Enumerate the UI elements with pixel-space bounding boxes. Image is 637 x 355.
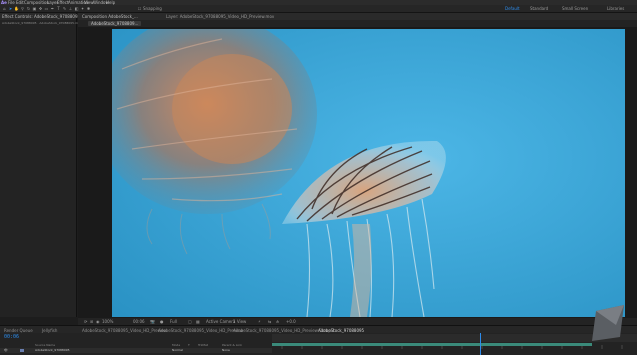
channel-icon[interactable]: ● [160,319,164,324]
always-preview-icon[interactable]: ⟳ [84,319,87,324]
viewer-controls: ⟳ ⊞ ◉ 100% 00:06 📷 ● Full ▢ ▦ Active Cam… [78,318,637,325]
composition-tab[interactable]: Composition AdobeStock_... [82,14,138,19]
fast-preview-icon[interactable]: ⚡ [258,319,261,324]
timeline-link-icon[interactable]: ⇆ [268,319,271,324]
zoom-dropdown[interactable]: 100% [102,319,113,324]
effect-controls-subtitle: AdobeStock_97088095 · AdobeStock_9708809… [2,21,82,25]
rectangle-tool-icon[interactable]: ▭ [44,6,49,11]
zoom-tool-icon[interactable]: ⚲ [20,6,25,11]
layer-columns-header: Source Name Mode T TrkMat Parent & Link [0,343,272,347]
layer-parent[interactable]: None [222,348,230,353]
anchor-tool-icon[interactable]: ✥ [38,6,43,11]
camera-tool-icon[interactable]: ▣ [32,6,37,11]
puppet-tool-icon[interactable]: ✱ [86,6,91,11]
layer-name[interactable]: AdobeStock_97088095 [35,348,70,353]
mask-icon[interactable]: ◉ [96,319,100,324]
effect-controls-panel: Effect Controls: AdobeStock_97088095.mov… [0,13,90,317]
brush-tool-icon[interactable]: ✎ [62,6,67,11]
layer-mode[interactable]: Normal [172,348,183,353]
stamp-tool-icon[interactable]: ⊥ [68,6,73,11]
exposure-value[interactable]: +0.0 [286,319,296,324]
composition-panel-header: Composition AdobeStock_... Layer: AdobeS… [78,13,637,20]
workspace-default[interactable]: Default [505,6,520,11]
toolbar: ⌂ ➤ ✋ ⚲ ↻ ▣ ✥ ▭ ✒ T ✎ ⊥ ◧ ✦ ✱ ☐ Snapping… [0,5,637,13]
snapping-label: Snapping [143,6,162,11]
current-time-indicator[interactable] [480,333,481,355]
grid-icon[interactable]: ⊞ [90,319,93,324]
rotate-tool-icon[interactable]: ↻ [26,6,31,11]
layer-visibility-icon[interactable]: 👁 [4,348,8,353]
layer-row[interactable]: 👁 AdobeStock_97088095 Normal None [0,348,272,353]
region-of-interest-icon[interactable]: ▢ [188,319,192,324]
timeline-panel: 00:06 Source Name Mode T TrkMat Parent &… [0,333,637,355]
roto-tool-icon[interactable]: ✦ [80,6,85,11]
layer-label-swatch[interactable] [20,349,24,352]
workspace-small-screen[interactable]: Small Screen [562,6,588,11]
home-icon[interactable]: ⌂ [2,6,7,11]
effect-controls-tab[interactable]: Effect Controls: AdobeStock_97088095.mov [0,13,90,20]
views-dropdown[interactable]: 1 View [233,319,246,324]
pen-tool-icon[interactable]: ✒ [50,6,55,11]
effect-controls-title: Effect Controls: AdobeStock_97088095.mov [2,14,91,19]
timeline-timecode[interactable]: 00:06 [4,334,19,340]
composition-subtab-bar: AdobeStock_9708809... [78,20,637,27]
workspace-libraries[interactable]: Libraries [607,6,624,11]
time-display[interactable]: 00:06 [133,319,145,324]
time-ruler[interactable] [272,334,637,349]
type-tool-icon[interactable]: T [56,6,61,11]
eraser-tool-icon[interactable]: ◧ [74,6,79,11]
camera-dropdown[interactable]: Active Camera [206,319,235,324]
snapping-checkbox[interactable]: ☐ [137,6,142,11]
layer-duration-bar[interactable] [272,343,592,346]
resolution-dropdown[interactable]: Full [170,319,177,324]
composition-viewer[interactable] [78,27,637,318]
video-frame[interactable] [112,29,625,317]
layer-tab[interactable]: Layer: AdobeStock_97088095_Video_HD_Prev… [166,14,274,19]
ae-watermark-logo [590,303,628,343]
flowchart-icon[interactable]: ⋔ [276,319,279,324]
jellyfish-footage [112,29,625,317]
hand-tool-icon[interactable]: ✋ [14,6,19,11]
watermark-shape [592,305,624,341]
active-composition-pill[interactable]: AdobeStock_9708809... [88,21,142,26]
camera-snapshot-icon[interactable]: 📷 [150,319,155,324]
transparency-grid-icon[interactable]: ▦ [196,319,200,324]
selection-tool-icon[interactable]: ➤ [8,6,13,11]
workspace-standard[interactable]: Standard [530,6,548,11]
